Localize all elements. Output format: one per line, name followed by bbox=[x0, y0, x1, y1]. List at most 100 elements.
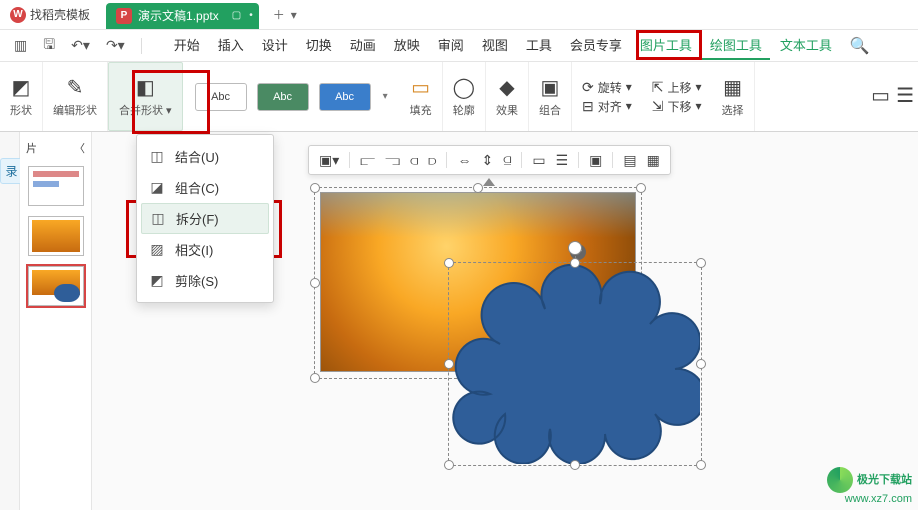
ct-align-top-icon[interactable]: ⫐ bbox=[428, 152, 436, 169]
qa-undo-icon[interactable]: ↶▾ bbox=[67, 35, 94, 56]
tab-templates[interactable]: W 找稻壳模板 bbox=[0, 0, 100, 29]
slide-panel-collapse-icon[interactable]: 〈 bbox=[74, 140, 85, 156]
c-handle-mr[interactable] bbox=[696, 359, 706, 369]
ct-icon-1[interactable]: ▣▾ bbox=[319, 152, 339, 169]
ribbon-extra2-icon[interactable]: ☰ bbox=[896, 83, 914, 108]
style-sample-2[interactable]: Abc bbox=[257, 83, 309, 111]
top-pointer-icon bbox=[483, 178, 495, 186]
ribbon-fill[interactable]: ▭ 填充 bbox=[400, 62, 443, 131]
ribbon-outline-label: 轮廓 bbox=[453, 102, 475, 118]
slide-thumb-1[interactable] bbox=[28, 166, 84, 206]
c-handle-tr[interactable] bbox=[696, 258, 706, 268]
mtab-pic-tools[interactable]: 图片工具 bbox=[632, 31, 700, 60]
tab-list-dropdown[interactable]: ▾ bbox=[291, 8, 297, 22]
qa-save-icon[interactable]: 🖫 bbox=[39, 32, 59, 60]
title-bar: W 找稻壳模板 P 演示文稿1.pptx ▢ • ＋ ▾ bbox=[0, 0, 918, 30]
combine-icon: ◪ bbox=[149, 180, 165, 196]
ribbon-arrange-col: ⟳旋转 ▾ ⊟对齐 ▾ bbox=[572, 75, 642, 119]
align-icon: ⊟ bbox=[582, 98, 594, 115]
mtab-draw-tools[interactable]: 绘图工具 bbox=[702, 31, 770, 60]
ribbon-align[interactable]: ⊟对齐 ▾ bbox=[582, 98, 632, 115]
cloud-rotate-handle[interactable] bbox=[568, 241, 582, 255]
ribbon-extra1-icon[interactable]: ▭ bbox=[871, 83, 890, 108]
shape-styles-gallery[interactable]: Abc Abc Abc ▾ bbox=[183, 83, 400, 111]
ribbon-effect[interactable]: ◆ 效果 bbox=[486, 62, 529, 131]
mtab-start[interactable]: 开始 bbox=[166, 31, 208, 60]
ct-align-right-icon[interactable]: ⫏ bbox=[410, 152, 418, 169]
qa-open-icon[interactable]: ▥ bbox=[10, 35, 31, 56]
ribbon-select[interactable]: ▦ 选择 bbox=[712, 62, 755, 131]
move-up-icon: ⇱ bbox=[652, 79, 664, 96]
new-tab-button[interactable]: ＋ bbox=[273, 6, 285, 23]
tab-file[interactable]: P 演示文稿1.pptx ▢ • bbox=[106, 3, 259, 29]
c-handle-bm[interactable] bbox=[570, 460, 580, 470]
mtab-animation[interactable]: 动画 bbox=[342, 31, 384, 60]
c-handle-tl[interactable] bbox=[444, 258, 454, 268]
mtab-design[interactable]: 设计 bbox=[254, 31, 296, 60]
ct-rows-icon[interactable]: ☰ bbox=[556, 152, 569, 169]
style-sample-1[interactable]: Abc bbox=[195, 83, 247, 111]
ct-grid2-icon[interactable]: ▦ bbox=[647, 152, 660, 169]
mtab-text-tools[interactable]: 文本工具 bbox=[772, 31, 840, 60]
ct-dist-h-icon[interactable]: ⇔ bbox=[457, 152, 471, 168]
ct-dist-v-icon[interactable]: ⇕ bbox=[481, 152, 493, 169]
c-handle-ml[interactable] bbox=[444, 359, 454, 369]
merge-fragment[interactable]: ◫ 拆分(F) bbox=[141, 203, 269, 234]
style-sample-3[interactable]: Abc bbox=[319, 83, 371, 111]
ribbon-outline[interactable]: ◯ 轮廓 bbox=[443, 62, 486, 131]
handle-tm[interactable] bbox=[473, 183, 483, 193]
handle-ml[interactable] bbox=[310, 278, 320, 288]
tab-restore-icon[interactable]: ▢ bbox=[232, 10, 241, 21]
group-icon: ▣ bbox=[541, 75, 560, 100]
mtab-show[interactable]: 放映 bbox=[386, 31, 428, 60]
mtab-review[interactable]: 审阅 bbox=[430, 31, 472, 60]
style-gallery-expand-icon[interactable]: ▾ bbox=[383, 91, 388, 102]
handle-tr[interactable] bbox=[636, 183, 646, 193]
wps-logo-icon: W bbox=[10, 7, 26, 23]
c-handle-tm[interactable] bbox=[570, 258, 580, 268]
ct-equal-w-icon[interactable]: ⫑ bbox=[503, 152, 511, 169]
menu-search-icon[interactable]: 🔍 bbox=[850, 36, 870, 56]
ribbon-fill-label: 填充 bbox=[410, 102, 432, 118]
qa-separator bbox=[141, 38, 142, 54]
c-handle-br[interactable] bbox=[696, 460, 706, 470]
ribbon-group[interactable]: ▣ 组合 bbox=[529, 62, 572, 131]
mtab-member[interactable]: 会员专享 bbox=[562, 31, 630, 60]
ribbon-move-up[interactable]: ⇱上移 ▾ bbox=[652, 79, 702, 96]
mtab-insert[interactable]: 插入 bbox=[210, 31, 252, 60]
mtab-transition[interactable]: 切换 bbox=[298, 31, 340, 60]
watermark-url: www.xz7.com bbox=[827, 493, 912, 506]
tab-templates-label: 找稻壳模板 bbox=[30, 6, 90, 23]
ribbon-move-down[interactable]: ⇲下移 ▾ bbox=[652, 98, 702, 115]
ct-align-left-icon[interactable]: ⫍ bbox=[360, 152, 375, 169]
qa-redo-icon[interactable]: ↷▾ bbox=[102, 35, 129, 56]
tab-dot-icon[interactable]: • bbox=[249, 10, 253, 21]
merge-subtract[interactable]: ◩ 剪除(S) bbox=[137, 265, 273, 296]
new-tab-controls: ＋ ▾ bbox=[273, 6, 297, 23]
handle-bl[interactable] bbox=[310, 373, 320, 383]
ribbon-merge-shapes[interactable]: ◧ 合并形状 ▾ bbox=[108, 62, 183, 131]
ribbon-rotate[interactable]: ⟳旋转 ▾ bbox=[582, 79, 632, 96]
slide-thumb-3[interactable] bbox=[28, 266, 84, 306]
mtab-tools[interactable]: 工具 bbox=[518, 31, 560, 60]
mtab-view[interactable]: 视图 bbox=[474, 31, 516, 60]
ribbon-shape[interactable]: ◩ 形状 bbox=[0, 62, 43, 131]
ct-grid1-icon[interactable]: ▤ bbox=[623, 152, 636, 169]
merge-shapes-icon: ◧ bbox=[136, 75, 155, 100]
slide-thumb-2[interactable] bbox=[28, 216, 84, 256]
ribbon-edit-shape[interactable]: ✎ 编辑形状 bbox=[43, 62, 108, 131]
outline-column: 录 bbox=[0, 132, 20, 510]
ct-same-icon[interactable]: ▭ bbox=[532, 152, 545, 169]
merge-combine[interactable]: ◪ 组合(C) bbox=[137, 172, 273, 203]
context-toolbar: ▣▾ ⫍ ⫎ ⫏ ⫐ ⇔ ⇕ ⫑ ▭ ☰ ▣ ▤ ▦ bbox=[308, 145, 671, 175]
cloud-selection-box[interactable] bbox=[448, 262, 702, 466]
ribbon-shape-label: 形状 bbox=[10, 102, 32, 118]
ct-align-center-icon[interactable]: ⫎ bbox=[385, 152, 400, 169]
union-icon: ◫ bbox=[149, 149, 165, 165]
merge-union[interactable]: ◫ 结合(U) bbox=[137, 141, 273, 172]
c-handle-bl[interactable] bbox=[444, 460, 454, 470]
ribbon-move-col: ⇱上移 ▾ ⇲下移 ▾ bbox=[642, 75, 712, 119]
ct-group-icon[interactable]: ▣ bbox=[589, 152, 602, 169]
handle-tl[interactable] bbox=[310, 183, 320, 193]
merge-intersect[interactable]: ▨ 相交(I) bbox=[137, 234, 273, 265]
